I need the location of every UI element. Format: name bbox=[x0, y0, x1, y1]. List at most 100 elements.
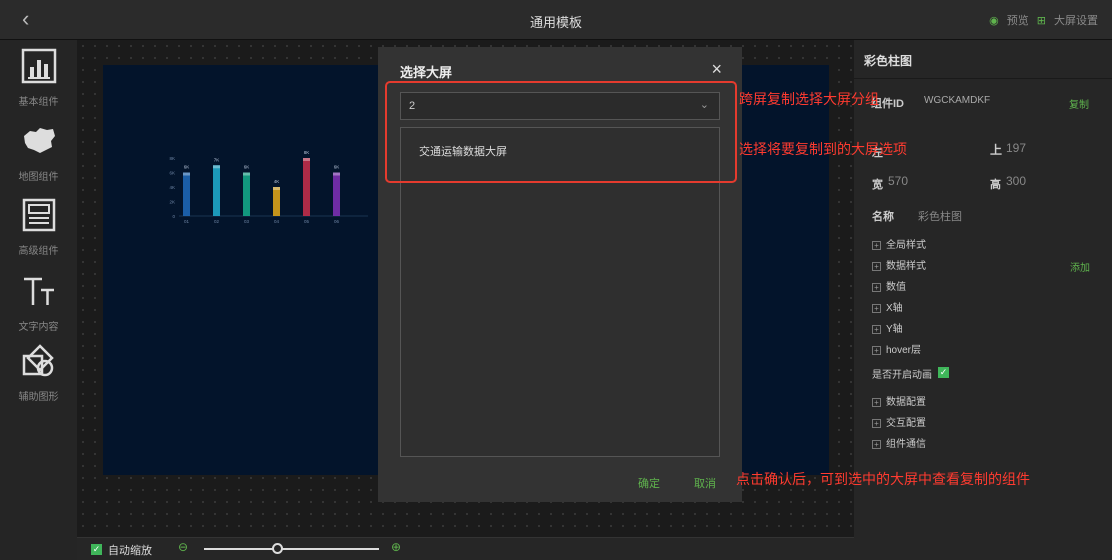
bar-cap bbox=[213, 165, 220, 169]
page-title: 通用模板 bbox=[529, 15, 582, 30]
section-label: 全局样式 bbox=[886, 240, 926, 251]
section-style-2[interactable]: + 数值 bbox=[872, 278, 906, 293]
screen-group-select[interactable]: 2 ⌄ bbox=[400, 92, 720, 120]
zoom-slider-handle[interactable] bbox=[272, 543, 283, 554]
dialog-title: 选择大屏 bbox=[400, 65, 453, 80]
expand-icon: + bbox=[872, 240, 881, 250]
x-tick-label: 01 bbox=[184, 219, 190, 224]
y-tick-label: 2K bbox=[169, 200, 175, 205]
top-input[interactable]: 197 bbox=[1006, 141, 1026, 155]
sidebar-item-label: 基本组件 bbox=[18, 97, 59, 108]
shapes-icon bbox=[22, 344, 54, 377]
zoom-out-icon[interactable]: ⊖ bbox=[178, 540, 188, 554]
sidebar-item-advanced[interactable]: 高级组件 bbox=[0, 196, 77, 257]
data-label: 8K bbox=[304, 150, 310, 155]
sidebar-item-map[interactable]: 地图组件 bbox=[0, 122, 77, 183]
section-label: 数据样式 bbox=[886, 261, 926, 272]
width-input[interactable]: 570 bbox=[888, 174, 908, 188]
screen-list: 交通运输数据大屏 bbox=[400, 127, 720, 457]
sidebar-item-basic[interactable]: 基本组件 bbox=[0, 47, 77, 108]
width-label: 宽 bbox=[872, 179, 883, 191]
sidebar-item-label: 文字内容 bbox=[18, 322, 59, 333]
grid-icon: ⊞ bbox=[1036, 14, 1046, 27]
section-style-5[interactable]: + hover层 bbox=[872, 341, 921, 356]
select-screen-dialog: 选择大屏 × 2 ⌄ 交通运输数据大屏 确定 取消 bbox=[378, 47, 742, 502]
top-actions: ◉ 预览 ⊞ 大屏设置 bbox=[989, 12, 1098, 28]
section-config-2[interactable]: + 组件通信 bbox=[872, 435, 926, 450]
text-icon bbox=[23, 277, 54, 305]
x-tick-label: 03 bbox=[244, 219, 250, 224]
x-tick-label: 06 bbox=[334, 219, 340, 224]
screen-settings-button[interactable]: 大屏设置 bbox=[1054, 12, 1098, 28]
expand-icon: + bbox=[872, 303, 881, 313]
annotation-group: 跨屏复制选择大屏分组 bbox=[739, 91, 879, 107]
sidebar-item-label: 辅助图形 bbox=[18, 392, 59, 403]
confirm-button[interactable]: 确定 bbox=[638, 475, 660, 491]
panel-title: 彩色柱图 bbox=[864, 54, 913, 68]
data-label: 7K bbox=[214, 157, 220, 162]
auto-zoom-label: 自动缩放 bbox=[108, 545, 152, 557]
data-label: 6K bbox=[334, 165, 340, 170]
x-tick-label: 05 bbox=[304, 219, 310, 224]
bar-chart[interactable]: 8K 6K 4K 2K 0 6K 01 7K 02 6K 03 4K 04 8K 05 6K 06 bbox=[163, 140, 373, 232]
expand-icon: + bbox=[872, 261, 881, 271]
height-input[interactable]: 300 bbox=[1006, 174, 1026, 188]
data-label: 6K bbox=[184, 165, 190, 170]
section-label: 数值 bbox=[886, 282, 906, 293]
bottom-bar: ✓ 自动缩放 ⊖ ⊕ bbox=[77, 537, 854, 560]
section-label: 数据配置 bbox=[886, 397, 926, 408]
annotation-option: 选择将要复制到的大屏选项 bbox=[739, 141, 907, 157]
preview-button[interactable]: 预览 bbox=[1007, 12, 1029, 28]
sidebar-item-label: 地图组件 bbox=[18, 172, 59, 183]
chevron-down-icon: ⌄ bbox=[699, 99, 709, 111]
section-config-1[interactable]: + 交互配置 bbox=[872, 414, 926, 429]
section-style-3[interactable]: + X轴 bbox=[872, 299, 903, 314]
animation-checkbox[interactable]: ✓ bbox=[938, 366, 949, 378]
auto-zoom-checkbox[interactable]: ✓ bbox=[91, 544, 102, 555]
zoom-in-icon[interactable]: ⊕ bbox=[391, 540, 401, 554]
layout-icon bbox=[22, 198, 55, 232]
bar-chart-icon bbox=[21, 48, 56, 84]
expand-icon: + bbox=[872, 282, 881, 292]
sidebar-item-text[interactable]: 文字内容 bbox=[0, 272, 77, 333]
bar bbox=[273, 187, 280, 216]
section-label: X轴 bbox=[886, 303, 903, 314]
sidebar-item-shapes[interactable]: 辅助图形 bbox=[0, 342, 77, 403]
x-tick-label: 04 bbox=[274, 219, 280, 224]
bar-cap bbox=[243, 172, 250, 176]
close-icon[interactable]: × bbox=[711, 59, 722, 80]
section-style-4[interactable]: + Y轴 bbox=[872, 320, 903, 335]
y-tick-label: 8K bbox=[169, 156, 175, 161]
bar bbox=[243, 172, 250, 216]
data-label: 6K bbox=[244, 165, 250, 170]
x-tick-label: 02 bbox=[214, 219, 220, 224]
section-style-0[interactable]: + 全局样式 bbox=[872, 236, 926, 251]
section-label: Y轴 bbox=[886, 324, 903, 335]
top-bar: ‹ 通用模板 ◉ 预览 ⊞ 大屏设置 bbox=[0, 0, 1112, 40]
expand-icon: + bbox=[872, 345, 881, 355]
add-data-style-button[interactable]: 添加 bbox=[1070, 259, 1090, 274]
zoom-slider-track[interactable] bbox=[204, 548, 379, 550]
eye-icon: ◉ bbox=[989, 14, 999, 27]
section-config-0[interactable]: + 数据配置 bbox=[872, 393, 926, 408]
animation-label: 是否开启动画 bbox=[872, 370, 932, 381]
section-label: 交互配置 bbox=[886, 418, 926, 429]
name-label: 名称 bbox=[872, 211, 894, 223]
bar-cap bbox=[303, 158, 310, 161]
bar-cap bbox=[183, 172, 190, 176]
copy-id-button[interactable]: 复制 bbox=[1069, 96, 1089, 111]
select-value: 2 bbox=[409, 100, 416, 112]
expand-icon: + bbox=[872, 397, 881, 407]
name-input[interactable]: 彩色柱图 bbox=[918, 208, 962, 224]
top-label: 上 bbox=[990, 143, 1003, 157]
section-style-1[interactable]: + 数据样式 bbox=[872, 257, 926, 272]
y-tick-label: 6K bbox=[169, 171, 175, 176]
component-id-value: WGCKAMDKF bbox=[924, 95, 991, 106]
bar bbox=[333, 172, 340, 216]
data-label: 4K bbox=[274, 179, 280, 184]
bar bbox=[213, 165, 220, 216]
list-item[interactable]: 交通运输数据大屏 bbox=[401, 128, 719, 174]
bar bbox=[183, 172, 190, 216]
cancel-button[interactable]: 取消 bbox=[694, 475, 716, 491]
annotation-confirm: 点击确认后，可到选中的大屏中查看复制的组件 bbox=[736, 471, 1030, 487]
